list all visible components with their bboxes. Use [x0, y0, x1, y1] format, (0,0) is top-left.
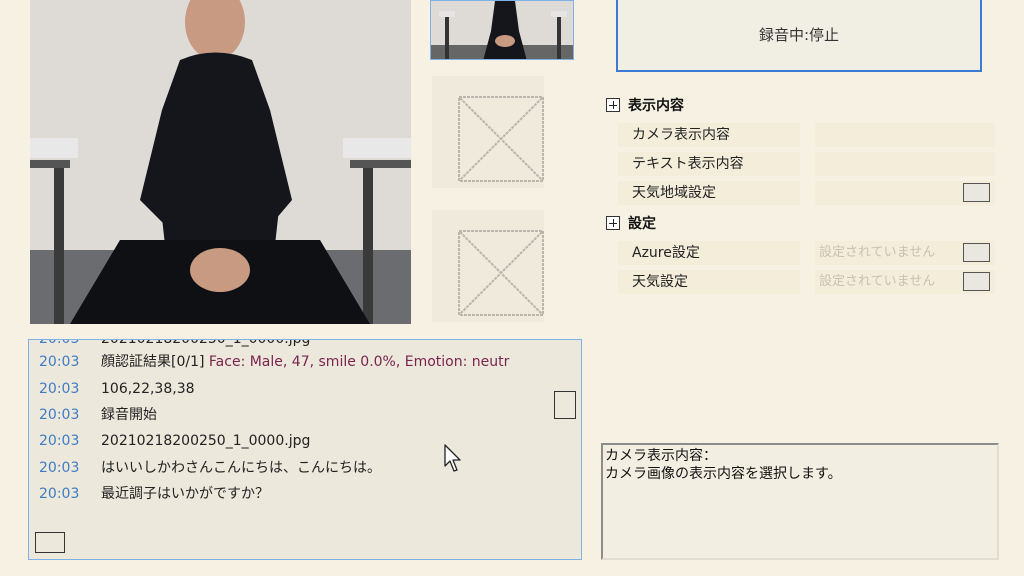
- list-item[interactable]: 20:03 最近調子はいかがですか？: [39, 482, 269, 506]
- log-message: 20210218200250_1_0000.jpg: [101, 433, 311, 449]
- weather-region-edit-button[interactable]: [963, 183, 990, 202]
- category-display-label: 表示内容: [628, 98, 684, 114]
- plus-box-icon[interactable]: [606, 216, 620, 230]
- camera-thumbnail-3[interactable]: [432, 210, 544, 322]
- property-value[interactable]: [815, 123, 995, 147]
- mouse-pointer-icon: [444, 444, 461, 472]
- log-time: 20:03: [39, 486, 80, 502]
- log-message: 録音開始: [101, 407, 157, 423]
- category-settings-label: 設定: [628, 216, 656, 232]
- log-time: 20:03: [39, 407, 80, 423]
- list-item[interactable]: 20:03 録音開始: [39, 403, 157, 427]
- plus-box-icon[interactable]: [606, 98, 620, 112]
- property-row-weather[interactable]: 天気設定 設定されていません: [618, 270, 995, 294]
- list-item[interactable]: 20:03 106,22,38,38: [39, 377, 195, 401]
- log-bottom-button[interactable]: [35, 532, 65, 553]
- log-message: はいいしかわさんこんにちは、こんにちは。: [101, 460, 381, 476]
- property-name: テキスト表示内容: [618, 152, 800, 176]
- log-time: 20:03: [39, 433, 80, 449]
- property-name: 天気地域設定: [618, 181, 800, 205]
- list-item[interactable]: 20:03 20210218200250_1_0000.jpg: [39, 429, 310, 453]
- log-message: 106,22,38,38: [101, 381, 195, 397]
- camera-thumbnail-2[interactable]: [432, 76, 544, 188]
- property-description-panel: カメラ表示内容： カメラ画像の表示内容を選択します。: [601, 443, 999, 560]
- log-time: 20:03: [39, 460, 80, 476]
- list-item[interactable]: 20:03 はいいしかわさんこんにちは、こんにちは。: [39, 456, 381, 480]
- recording-status-label: 録音中:停止: [758, 25, 840, 44]
- category-display[interactable]: 表示内容: [606, 94, 684, 116]
- list-item[interactable]: 20:03 顔認証結果[0/1] Face: Male, 47, smile 0.…: [39, 350, 509, 374]
- azure-settings-button[interactable]: [963, 243, 990, 262]
- camera-image: [30, 0, 411, 324]
- property-row-text-display[interactable]: テキスト表示内容: [618, 152, 995, 176]
- image-placeholder-icon: [458, 96, 544, 182]
- camera-thumbnail-image: [431, 1, 573, 59]
- log-time: 20:03: [39, 354, 80, 370]
- image-placeholder-icon: [458, 230, 544, 316]
- recording-status-button[interactable]: 録音中:停止: [616, 0, 982, 72]
- log-side-button[interactable]: [554, 391, 576, 419]
- log-message: 20210218200250_1_0000.jpg: [101, 339, 311, 347]
- description-body: カメラ画像の表示内容を選択します。: [605, 466, 842, 482]
- property-value[interactable]: [815, 152, 995, 176]
- category-settings[interactable]: 設定: [606, 212, 656, 234]
- log-message-face-result: 顔認証結果[0/1] Face: Male, 47, smile 0.0%, E…: [101, 354, 510, 370]
- property-row-azure[interactable]: Azure設定 設定されていません: [618, 241, 995, 265]
- log-time: 20:03: [39, 381, 80, 397]
- property-row-camera-display[interactable]: カメラ表示内容: [618, 123, 995, 147]
- log-list[interactable]: 20:03 20210218200250_1_0000.jpg 20:03 顔認証結…: [28, 339, 582, 560]
- log-message: 顔認証結果[0/1] Face: Male, 47, smile 0.0%, E…: [101, 354, 509, 370]
- log-message: 最近調子はいかがですか？: [101, 486, 269, 502]
- camera-main-view: [30, 0, 411, 324]
- property-name: カメラ表示内容: [618, 123, 800, 147]
- description-title: カメラ表示内容：: [605, 448, 717, 464]
- property-name: 天気設定: [618, 270, 800, 294]
- property-name: Azure設定: [618, 241, 800, 265]
- weather-settings-button[interactable]: [963, 272, 990, 291]
- camera-thumbnail-1[interactable]: [430, 0, 574, 60]
- property-row-weather-region[interactable]: 天気地域設定: [618, 181, 995, 205]
